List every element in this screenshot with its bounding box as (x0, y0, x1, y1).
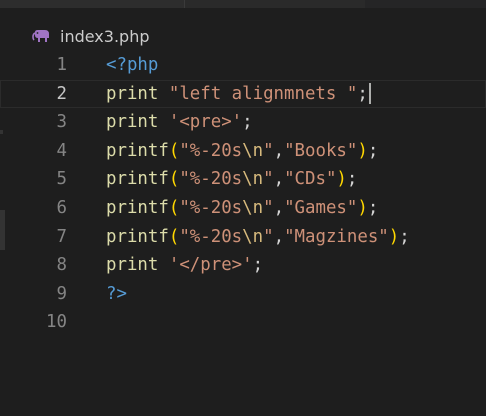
code-token: ?> (106, 283, 127, 304)
code-token: ( (168, 169, 180, 190)
text-cursor (368, 83, 371, 105)
line-number: 7 (56, 226, 67, 247)
code-token: ; (242, 112, 253, 133)
code-token: ; (399, 226, 410, 247)
code-token: printf (106, 197, 169, 218)
code-token: " (263, 140, 274, 161)
code-token: \n (242, 169, 264, 190)
code-token: " (263, 226, 274, 247)
code-token: ) (357, 197, 368, 218)
code-token: \n (242, 140, 264, 161)
code-text[interactable]: print '<pre>'; (106, 108, 253, 137)
code-token: print (106, 255, 159, 276)
line-number: 8 (56, 255, 67, 276)
code-line[interactable]: 5 printf("%-20s\n","CDs"); (0, 165, 486, 194)
code-token: ( (168, 197, 180, 218)
code-token: " (263, 197, 274, 218)
code-line[interactable]: 7 printf("%-20s\n","Magzines"); (0, 223, 486, 252)
code-token: ; (252, 255, 264, 276)
code-token: <?php (106, 55, 159, 75)
code-line[interactable]: 9 ?> (0, 280, 486, 309)
code-token: '<pre>' (168, 112, 243, 133)
code-editor[interactable]: 1 <?php 2 print "left alignmnets "; 3 print '… (0, 51, 486, 337)
code-token: print (106, 112, 159, 133)
line-number: 4 (56, 140, 67, 161)
code-text[interactable]: printf("%-20s\n","Books"); (106, 137, 378, 166)
code-token: printf (106, 169, 169, 190)
line-number: 9 (56, 283, 67, 304)
code-token: ) (388, 226, 400, 247)
line-number: 1 (56, 55, 67, 75)
code-token: printf (106, 140, 169, 161)
code-token: "Magzines" (284, 226, 389, 247)
tab-fragment[interactable] (185, 0, 365, 8)
code-token: , (273, 226, 285, 247)
code-line[interactable]: 2 print "left alignmnets "; (0, 79, 486, 109)
code-token: ) (357, 140, 368, 161)
line-number: 6 (56, 197, 67, 218)
code-line[interactable]: 1 <?php (0, 51, 486, 80)
code-token: "Games" (284, 197, 358, 218)
code-token: "%-20s (179, 197, 243, 218)
code-token: \n (242, 197, 264, 218)
php-elephant-icon (32, 28, 52, 44)
code-token: printf (106, 226, 169, 247)
breadcrumb[interactable]: index3.php (32, 24, 150, 48)
code-token: "CDs" (284, 169, 337, 190)
code-token: ( (168, 226, 180, 247)
line-number: 10 (46, 312, 67, 333)
code-token: "%-20s (179, 169, 243, 190)
code-text[interactable]: printf("%-20s\n","Magzines"); (106, 223, 410, 252)
code-token: " (263, 169, 274, 190)
code-text[interactable]: printf("%-20s\n","Games"); (106, 194, 378, 223)
code-token: ; (346, 169, 358, 190)
code-text[interactable]: printf("%-20s\n","CDs"); (106, 165, 357, 194)
code-token: "%-20s (179, 226, 243, 247)
code-text[interactable]: ?> (106, 280, 127, 309)
code-token: , (273, 140, 285, 161)
tab-bar-strip (0, 0, 486, 8)
line-number: 3 (56, 112, 67, 133)
code-line[interactable]: 8 print '</pre>'; (0, 251, 486, 280)
code-token: '</pre>' (168, 255, 253, 276)
code-token: ; (367, 140, 379, 161)
code-token: , (273, 169, 285, 190)
code-token: print (106, 83, 159, 104)
code-text[interactable]: print "left alignmnets "; (106, 80, 371, 109)
code-token: ( (168, 140, 180, 161)
code-token: "left alignmnets " (168, 83, 358, 104)
code-token: "%-20s (179, 140, 243, 161)
code-line[interactable]: 3 print '<pre>'; (0, 108, 486, 137)
code-text[interactable]: print '</pre>'; (106, 251, 263, 280)
code-token: ) (336, 169, 347, 190)
line-number: 5 (56, 169, 67, 190)
code-line[interactable]: 10 (0, 308, 486, 337)
code-token: "Books" (284, 140, 358, 161)
code-token: ; (367, 197, 379, 218)
code-line[interactable]: 6 printf("%-20s\n","Games"); (0, 194, 486, 223)
tab-fragment[interactable] (0, 0, 184, 8)
code-line[interactable]: 4 printf("%-20s\n","Books"); (0, 137, 486, 166)
code-token: ; (357, 83, 368, 104)
breadcrumb-filename[interactable]: index3.php (60, 27, 150, 46)
code-token: \n (242, 226, 264, 247)
code-token: , (273, 197, 285, 218)
code-text[interactable]: <?php (106, 51, 158, 80)
line-number: 2 (56, 83, 67, 104)
